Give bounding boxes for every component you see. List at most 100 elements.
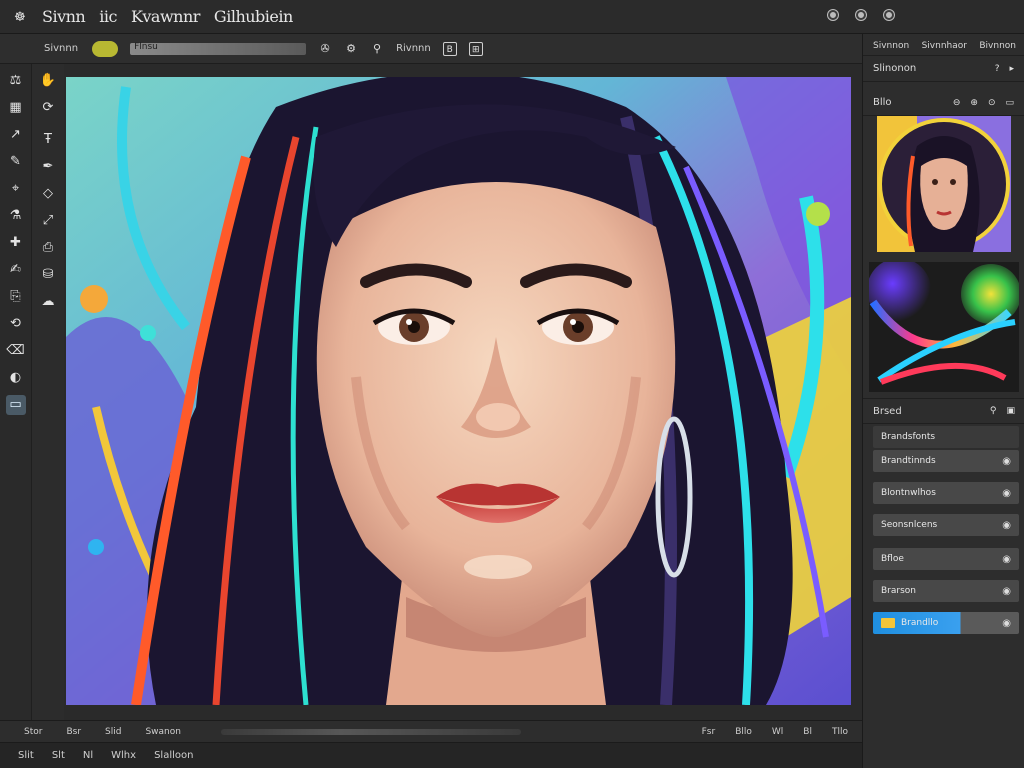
status-item-2: Bsr xyxy=(66,726,82,737)
marquee-tool-icon[interactable]: ▦ xyxy=(6,98,26,118)
panel-section-header: Slinonon ? ▸ xyxy=(863,56,1024,82)
navigator-preview[interactable] xyxy=(877,116,1011,252)
color-ribbon-graphic xyxy=(869,262,1019,385)
layer-options-icon[interactable]: ⚲ xyxy=(990,406,997,416)
brush-tool-icon[interactable]: ✍ xyxy=(6,260,26,280)
frame-icon[interactable]: ▭ xyxy=(1005,98,1014,108)
status-item-1: Stor xyxy=(24,726,43,737)
window-controls xyxy=(828,10,894,20)
menu-bar: ☸ Sivnn iic Kvawnnr Gilhubiein xyxy=(0,0,1024,34)
bottom-item-5[interactable]: Slalloon xyxy=(154,750,193,761)
layer-name: Brandsfonts xyxy=(881,432,936,442)
navigator-header: Bllo ⊖ ⊕ ⊙ ▭ xyxy=(863,90,1024,116)
minimize-icon[interactable] xyxy=(828,10,838,20)
visibility-icon[interactable]: ◉ xyxy=(1002,554,1011,565)
gradient-tool-icon[interactable]: ◐ xyxy=(6,368,26,388)
artwork-canvas[interactable] xyxy=(66,77,851,705)
bottom-item-2[interactable]: Slt xyxy=(52,750,65,761)
app-logo-icon[interactable]: ☸ xyxy=(14,10,28,25)
bottom-bar: Slit Slt Nl Wlhx Slalloon xyxy=(0,742,862,768)
layer-name: Brandtinnds xyxy=(881,456,936,466)
tools-panel: ⚖ ▦ ↗ ✎ ⌖ ⚗ ✚ ✍ ⎘ ⟲ ⌫ ◐ ▭ xyxy=(0,64,32,720)
zoom-tool-icon[interactable]: ▭ xyxy=(5,395,26,415)
crop-tool-icon[interactable]: ⌖ xyxy=(6,179,26,199)
brush-color-swatch[interactable] xyxy=(92,40,119,57)
visibility-icon[interactable]: ◉ xyxy=(1002,488,1011,499)
tab-3[interactable]: Bivnnon xyxy=(979,41,1016,55)
layer-group-row[interactable]: Brandsfonts xyxy=(873,426,1019,448)
layer-row-selected[interactable]: Brandllo ◉ xyxy=(873,612,1019,634)
layer-name: Blontnwlhos xyxy=(881,488,936,498)
brush-size-slider[interactable]: Flnsu xyxy=(130,42,307,55)
hand-tool-icon[interactable]: ✋ xyxy=(38,71,58,91)
visibility-icon[interactable]: ◉ xyxy=(1002,520,1011,531)
close-icon[interactable] xyxy=(884,10,894,20)
tab-2[interactable]: Sivnnhaor xyxy=(922,41,967,55)
layer-row[interactable]: Blontnwlhos ◉ xyxy=(873,482,1019,504)
layer-menu-icon[interactable]: ▣ xyxy=(1006,406,1015,416)
tools-panel-secondary: ✋ ⟳ Ŧ ✒ ◇ ⤢ ⎙ ⛁ ☁ xyxy=(32,64,64,720)
smudge-tool-icon[interactable]: ☁ xyxy=(38,292,58,312)
eraser-tool-icon[interactable]: ⌫ xyxy=(6,341,26,361)
color-picker[interactable] xyxy=(869,262,1019,392)
menu-item-4[interactable]: Gilhubiein xyxy=(214,7,293,26)
wand-tool-icon[interactable]: ✎ xyxy=(6,152,26,172)
layers-header: Brsed ⚲ ▣ xyxy=(863,398,1024,424)
symmetry-icon[interactable]: ⊞ xyxy=(468,41,483,56)
heal-tool-icon[interactable]: ✚ xyxy=(6,233,26,253)
status-right-4[interactable]: Bl xyxy=(803,727,812,737)
status-bar: Stor Bsr Slid Swanon Fsr Bllo Wl Bl Tllo xyxy=(0,720,862,742)
preset-label[interactable]: Rivnnn xyxy=(396,43,431,54)
layer-row[interactable]: Seonsnlcens ◉ xyxy=(873,514,1019,536)
menu-item-3[interactable]: Kvawnnr xyxy=(131,7,200,26)
horizontal-scrollbar[interactable] xyxy=(220,728,521,735)
maximize-icon[interactable] xyxy=(856,10,866,20)
lasso-tool-icon[interactable]: ↗ xyxy=(6,125,26,145)
status-right-1[interactable]: Fsr xyxy=(702,727,716,737)
history-tool-icon[interactable]: ⟲ xyxy=(6,314,26,334)
fit-icon[interactable]: ⊙ xyxy=(988,98,996,108)
navigator-thumbnail xyxy=(877,116,1011,252)
tab-1[interactable]: Sivnnon xyxy=(873,41,909,55)
pressure-icon[interactable]: B xyxy=(442,41,457,56)
layers-title: Brsed xyxy=(873,405,902,417)
move-tool-icon[interactable]: ⚖ xyxy=(6,71,26,91)
shape-tool-icon[interactable]: ◇ xyxy=(38,184,58,204)
status-right-3[interactable]: Wl xyxy=(772,727,783,737)
settings-icon[interactable]: ⚙ xyxy=(344,42,358,56)
layer-row[interactable]: Bfloe ◉ xyxy=(873,548,1019,570)
stamp-tool-icon[interactable]: ⎘ xyxy=(6,287,26,307)
portrait-illustration xyxy=(66,77,851,705)
fill-tool-icon[interactable]: ⛁ xyxy=(38,265,58,285)
layer-row[interactable]: Brandtinnds ◉ xyxy=(873,450,1019,472)
collapse-icon[interactable]: ▸ xyxy=(1009,64,1014,74)
visibility-icon[interactable]: ◉ xyxy=(1002,456,1011,467)
status-right-group: Fsr Bllo Wl Bl Tllo xyxy=(702,727,848,737)
rotate-tool-icon[interactable]: ⟳ xyxy=(38,98,58,118)
menu-item-1[interactable]: Sivnn xyxy=(42,7,86,26)
section-title: Slinonon xyxy=(873,63,917,74)
help-icon[interactable]: ? xyxy=(995,64,1000,74)
text-tool-icon[interactable]: Ŧ xyxy=(38,130,58,150)
eyedropper-tool-icon[interactable]: ⚗ xyxy=(6,206,26,226)
layer-name: Seonsnlcens xyxy=(881,520,938,530)
status-right-2[interactable]: Bllo xyxy=(735,727,752,737)
layer-name: Brarson xyxy=(881,586,916,596)
layer-row[interactable]: Brarson ◉ xyxy=(873,580,1019,602)
zoom-in-icon[interactable]: ⊕ xyxy=(970,98,978,108)
zoom-out-icon[interactable]: ⊖ xyxy=(953,98,961,108)
airbrush-icon[interactable]: ✇ xyxy=(318,42,332,56)
bottom-item-1[interactable]: Slit xyxy=(18,750,34,761)
bottom-item-3[interactable]: Nl xyxy=(83,750,93,761)
note-tool-icon[interactable]: ⎙ xyxy=(38,238,58,258)
bottom-item-4[interactable]: Wlhx xyxy=(111,750,136,761)
visibility-icon[interactable]: ◉ xyxy=(1002,618,1011,629)
visibility-icon[interactable]: ◉ xyxy=(1002,586,1011,597)
lock-icon[interactable]: ⚲ xyxy=(370,42,384,56)
status-right-5[interactable]: Tllo xyxy=(832,727,848,737)
menu-item-2[interactable]: iic xyxy=(99,7,117,26)
pen-tool-icon[interactable]: ✒ xyxy=(38,157,58,177)
status-item-3: Slid xyxy=(105,726,122,737)
path-tool-icon[interactable]: ⤢ xyxy=(38,211,58,231)
status-item-4: Swanon xyxy=(145,726,181,737)
